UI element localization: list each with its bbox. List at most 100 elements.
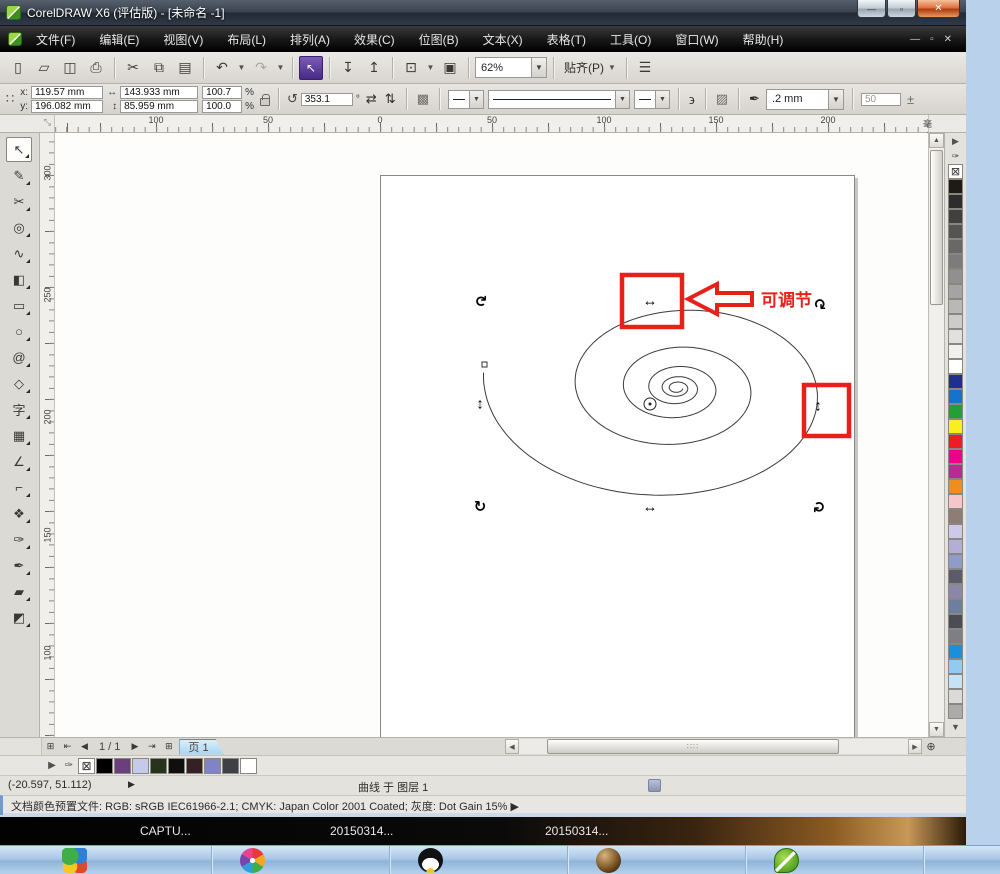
freehand-tool[interactable]: ∿ [6,241,32,266]
status-flyout-icon[interactable]: ▶ [128,779,135,790]
color-swatch-32[interactable] [948,659,963,674]
close-curve-button[interactable]: ϶ [687,92,697,107]
text-tool[interactable]: 字 [6,397,32,422]
color-swatch-8[interactable] [948,299,963,314]
copy-button[interactable]: ⧉ [147,56,171,80]
search-content-button[interactable]: ↖ [299,56,323,80]
mirror-vertical-button[interactable]: ⇅ [383,91,398,107]
menu-item-6[interactable]: 位图(B) [407,27,471,52]
color-swatch-26[interactable] [948,569,963,584]
rotate-handle-bottom-left[interactable]: ↻ [474,499,487,516]
vertical-scroll-thumb[interactable] [930,150,943,305]
save-button[interactable]: ◫ [58,56,82,80]
no-color-swatch[interactable]: ⊠ [948,164,963,179]
first-page-button[interactable]: ⇤ [59,739,76,755]
menu-item-8[interactable]: 表格(T) [535,27,598,52]
color-swatch-28[interactable] [948,599,963,614]
last-page-button[interactable]: ⇥ [143,739,160,755]
scale-x-field[interactable]: 100.7 [202,86,242,99]
color-swatch-0[interactable] [948,179,963,194]
palette-flyout-icon[interactable]: ▶ [947,134,965,149]
color-swatch-7[interactable] [948,284,963,299]
shape-tool[interactable]: ✎ [6,163,32,188]
color-swatch-21[interactable] [948,494,963,509]
scroll-right-icon[interactable]: ▶ [908,739,922,754]
taskbar-item-browser[interactable] [568,846,746,874]
cut-button[interactable]: ✂ [121,56,145,80]
doc-close-button[interactable]: ✕ [944,34,952,45]
color-swatch-18[interactable] [948,449,963,464]
menu-item-4[interactable]: 排列(A) [278,27,342,52]
zoom-scroll-icon[interactable]: ⊕ [922,740,940,753]
y-position-field[interactable]: 196.082 mm [31,100,103,113]
menu-item-7[interactable]: 文本(X) [471,27,535,52]
ellipse-tool[interactable]: ○ [6,319,32,344]
x-position-field[interactable]: 119.57 mm [31,86,103,99]
export-button[interactable]: ↥ [362,56,386,80]
lock-ratio-icon[interactable] [260,98,270,106]
options-button[interactable]: ☰ [633,56,657,80]
doc-color-swatch-5[interactable] [186,758,203,774]
paste-button[interactable]: ▤ [173,56,197,80]
undo-button[interactable]: ↶ [210,56,234,80]
taskbar-item-qq[interactable] [390,846,568,874]
add-page-after-button[interactable]: ⊞ [160,739,177,755]
horizontal-scroll-thumb[interactable]: ∷∷ [547,739,839,754]
color-swatch-11[interactable] [948,344,963,359]
object-width-field[interactable]: 143.933 mm [120,86,198,99]
rotate-handle-top-left[interactable]: ↻ [472,295,489,308]
taskbar-item-coreldraw[interactable] [746,846,924,874]
menu-item-9[interactable]: 工具(O) [598,27,663,52]
outline-pen-tool[interactable]: ✒ [6,553,32,578]
color-swatch-19[interactable] [948,464,963,479]
scale-y-field[interactable]: 100.0 [202,100,242,113]
redo-button[interactable]: ↷ [249,56,273,80]
doc-color-swatch-4[interactable] [168,758,185,774]
zoom-tool[interactable]: ◎ [6,215,32,240]
doc-minimize-button[interactable]: — [910,34,920,45]
doc-color-swatch-2[interactable] [132,758,149,774]
color-swatch-30[interactable] [948,629,963,644]
horizontal-scrollbar[interactable]: ◀ ∷∷ ▶ ⊕ [505,739,940,754]
minimize-button[interactable]: — [857,0,886,18]
scroll-left-icon[interactable]: ◀ [505,739,519,754]
no-color-swatch[interactable]: ⊠ [78,758,95,774]
stretch-handle-left[interactable]: ↕ [476,396,484,413]
stretch-handle-bottom[interactable]: ↔ [643,499,658,516]
doc-color-swatch-0[interactable] [96,758,113,774]
color-swatch-16[interactable] [948,419,963,434]
taskbar-item-media[interactable] [212,846,390,874]
previous-page-button[interactable]: ◀ [76,739,93,755]
menu-item-3[interactable]: 布局(L) [215,27,278,52]
color-swatch-29[interactable] [948,614,963,629]
scroll-down-icon[interactable]: ▼ [929,722,944,737]
start-arrowhead-select[interactable]: ▼ [448,90,484,109]
taskbar-item-messenger[interactable] [34,846,212,874]
color-swatch-34[interactable] [948,689,963,704]
crop-tool[interactable]: ✂ [6,189,32,214]
end-arrowhead-select[interactable]: ▼ [634,90,670,109]
stretch-handle-right[interactable]: ↕ [814,398,822,415]
snap-to-menu[interactable]: 贴齐(P) ▼ [560,59,620,76]
connector-tool[interactable]: ⌐ [6,475,32,500]
palette-eyedropper-icon[interactable]: ✑ [947,149,965,164]
next-page-button[interactable]: ▶ [126,739,143,755]
scroll-up-icon[interactable]: ▲ [929,133,944,148]
rotation-angle-field[interactable]: 353.1 [301,93,353,106]
color-swatch-2[interactable] [948,209,963,224]
color-swatch-33[interactable] [948,674,963,689]
welcome-screen-button[interactable]: ▣ [438,56,462,80]
redo-list-caret-icon[interactable]: ▼ [275,56,286,80]
color-swatch-20[interactable] [948,479,963,494]
doc-color-swatch-8[interactable] [240,758,257,774]
zoom-level-select[interactable]: 62% ▼ [475,57,547,78]
horizontal-ruler[interactable]: 10050050100150200毫米 [55,115,928,132]
color-swatch-35[interactable] [948,704,963,719]
chevron-down-icon[interactable]: ▼ [828,89,844,110]
outline-style-select[interactable]: ▼ [488,90,630,109]
menu-item-10[interactable]: 窗口(W) [663,27,730,52]
basic-shapes-tool[interactable]: ◇ [6,371,32,396]
doc-color-swatch-7[interactable] [222,758,239,774]
undo-list-caret-icon[interactable]: ▼ [236,56,247,80]
pick-tool[interactable]: ↖ [6,137,32,162]
